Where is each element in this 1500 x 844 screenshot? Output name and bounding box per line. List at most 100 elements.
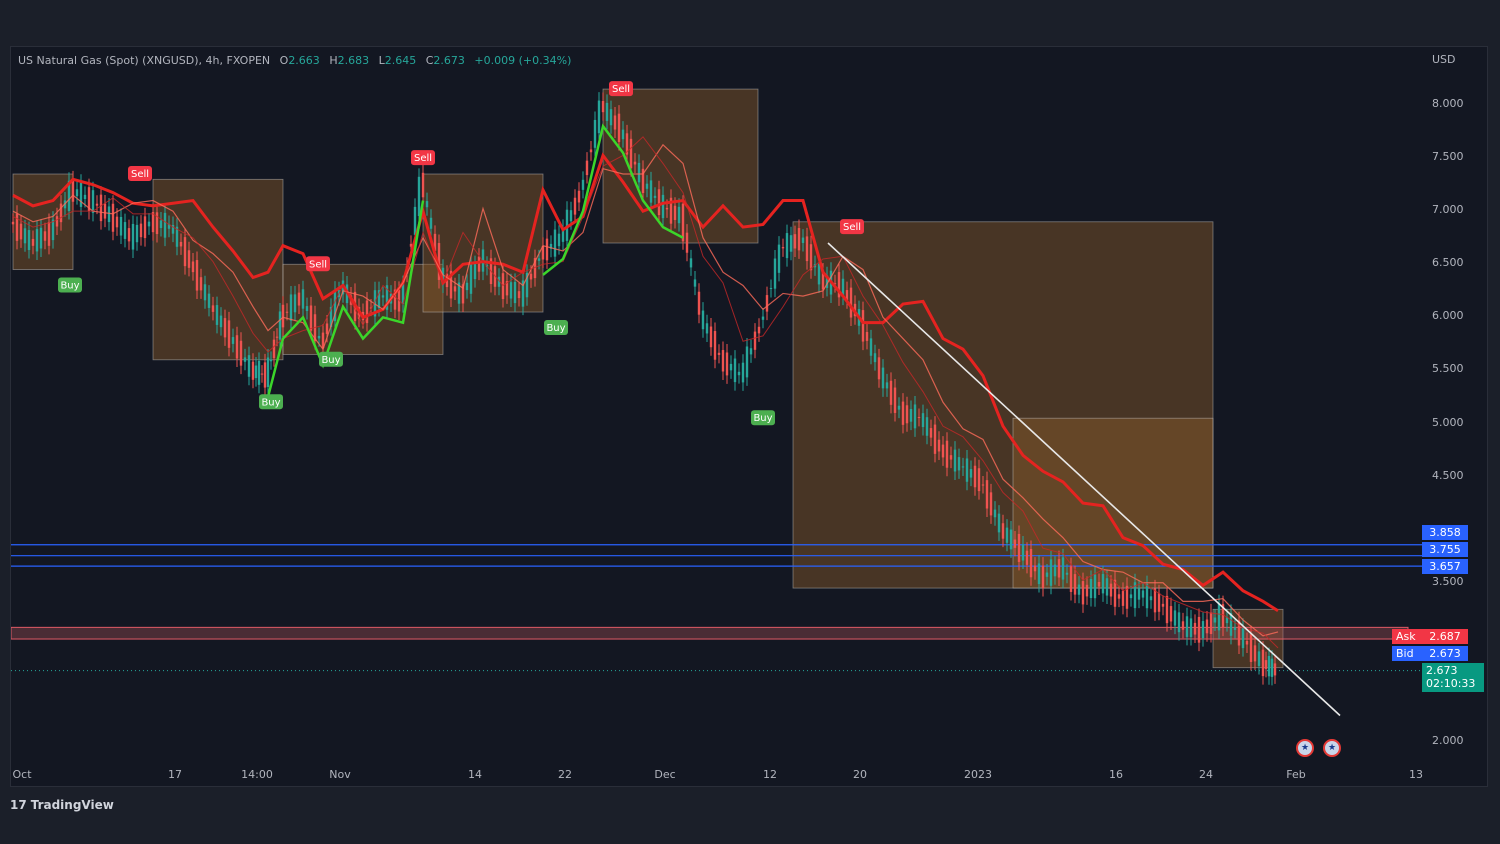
candle-body: [254, 365, 258, 379]
candle-body: [51, 219, 55, 241]
candle-body: [1065, 572, 1069, 575]
time-tick: 2023: [964, 768, 992, 781]
candle-body: [1057, 559, 1061, 578]
candle-body: [115, 216, 119, 228]
candle-body: [997, 513, 1001, 533]
candle-body: [1270, 658, 1274, 677]
candle-body: [285, 311, 289, 313]
candle-body: [297, 292, 301, 306]
candle-body: [741, 362, 745, 383]
open-label: O: [279, 54, 289, 67]
candle-body: [925, 417, 929, 436]
candle-body: [513, 281, 517, 304]
candle-body: [1197, 616, 1201, 643]
candle-body: [23, 228, 27, 244]
candle-body: [195, 260, 199, 291]
candle-body: [1137, 588, 1141, 600]
price-chart[interactable]: Sell Sell Sell Sell Sell Buy Buy Buy Buy Buy: [11, 47, 1487, 786]
sell-signal-label: Sell: [843, 222, 861, 233]
candle-body: [861, 310, 865, 342]
price-tick: 7.500: [1432, 150, 1464, 163]
candle-body: [1189, 618, 1193, 637]
candle-body: [593, 119, 597, 148]
candle-body: [577, 190, 581, 203]
us-flag-icon[interactable]: ★: [1323, 739, 1341, 757]
candle-body: [817, 264, 821, 285]
candle-body: [1069, 566, 1073, 592]
price-tick: 4.500: [1432, 469, 1464, 482]
candle-body: [1257, 651, 1261, 666]
candle-body: [211, 305, 215, 312]
candle-body: [1217, 603, 1221, 631]
candle-body: [737, 371, 741, 376]
candle-body: [1117, 594, 1121, 599]
time-tick: Nov: [329, 768, 351, 781]
time-tick: 17: [168, 768, 182, 781]
tradingview-brand[interactable]: 𝟭𝟳 TradingView: [10, 798, 114, 812]
change-value: +0.009 (+0.34%): [474, 54, 572, 67]
candle-body: [665, 207, 669, 210]
candle-body: [1105, 578, 1109, 596]
candle-body: [1053, 564, 1057, 577]
candle-body: [477, 256, 481, 272]
candle-body: [269, 359, 273, 362]
time-tick: 24: [1199, 768, 1213, 781]
candle-body: [1173, 610, 1177, 626]
buy-signal-label: Buy: [261, 397, 280, 408]
us-flag-icon[interactable]: ★: [1296, 739, 1314, 757]
candle-body: [263, 362, 267, 388]
candle-body: [1129, 594, 1133, 599]
price-tick: 3.500: [1432, 575, 1464, 588]
candle-body: [1201, 621, 1205, 639]
chart-pane[interactable]: Sell Sell Sell Sell Sell Buy Buy Buy Buy Buy: [10, 46, 1488, 787]
candle-body: [617, 113, 621, 142]
candle-body: [1101, 574, 1105, 594]
candle-body: [215, 305, 219, 325]
level-tag: 3.657: [1422, 559, 1468, 574]
candle-body: [381, 295, 385, 298]
candle-body: [1089, 578, 1093, 599]
candle-body: [789, 235, 793, 252]
candle-body: [429, 217, 433, 229]
candle-body: [119, 216, 123, 236]
candle-body: [95, 203, 99, 206]
candle-body: [301, 289, 305, 309]
candle-body: [107, 206, 111, 223]
candle-body: [187, 250, 191, 268]
candle-body: [633, 161, 637, 165]
candle-body: [1049, 559, 1053, 586]
candle-body: [11, 221, 15, 225]
candle-body: [425, 201, 429, 208]
candle-body: [1073, 574, 1077, 595]
candle-body: [281, 304, 285, 328]
candle-body: [501, 273, 505, 300]
time-tick: 12: [763, 768, 777, 781]
candle-body: [865, 332, 869, 341]
open-value: 2.663: [288, 54, 320, 67]
candle-body: [1261, 649, 1265, 677]
time-tick: Dec: [654, 768, 676, 781]
candle-body: [1029, 548, 1033, 578]
candle-body: [151, 212, 155, 233]
time-tick: 20: [853, 768, 867, 781]
candle-body: [605, 102, 609, 121]
buy-signal-label: Buy: [60, 280, 79, 291]
candle-body: [1161, 603, 1165, 607]
candle-body: [1041, 565, 1045, 588]
candle-body: [713, 331, 717, 360]
candle-body: [79, 182, 83, 207]
candle-body: [537, 258, 541, 261]
candle-body: [749, 348, 753, 355]
candle-body: [957, 457, 961, 471]
candle-body: [1264, 660, 1268, 669]
candle-body: [1121, 590, 1125, 606]
candle-body: [99, 194, 103, 222]
candle-body: [247, 355, 251, 377]
candle-body: [1017, 533, 1021, 562]
candle-body: [977, 468, 981, 492]
candle-body: [909, 408, 913, 422]
candle-body: [260, 373, 264, 375]
candle-body: [1209, 612, 1213, 635]
candle-body: [897, 405, 901, 410]
candle-body: [637, 162, 641, 183]
